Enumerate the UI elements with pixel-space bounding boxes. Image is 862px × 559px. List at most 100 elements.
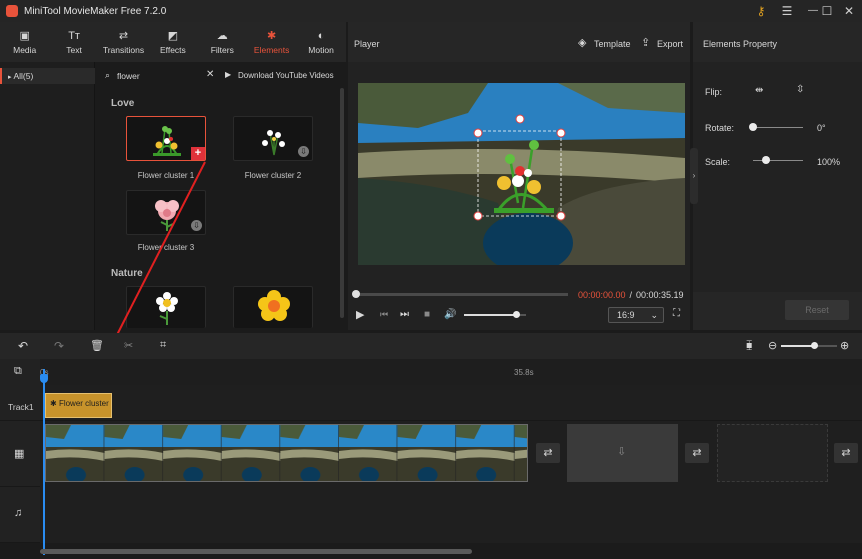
- tab-filters[interactable]: ☁ Filters: [198, 22, 247, 62]
- sidebar-item-all[interactable]: ▸ All(5): [0, 68, 95, 84]
- yellow-flower-icon: [258, 290, 290, 321]
- transition-icon: ⇄: [543, 447, 553, 459]
- collapse-panel-handle[interactable]: ›: [690, 148, 698, 204]
- playhead-handle[interactable]: [40, 374, 48, 383]
- tab-motion[interactable]: ◐ Motion: [296, 22, 345, 62]
- scale-knob[interactable]: [761, 156, 770, 164]
- filters-icon: ☁: [216, 29, 228, 42]
- tab-label: Filters: [210, 44, 234, 55]
- undo-icon[interactable]: ↶: [18, 339, 28, 353]
- next-frame-button[interactable]: ⏭: [400, 309, 409, 320]
- tab-label: Effects: [159, 44, 186, 55]
- track-label: Track1: [8, 402, 34, 412]
- aspect-ratio-select[interactable]: 16:9 ⌄: [608, 307, 664, 323]
- transition-slot-1[interactable]: ⇄: [536, 443, 560, 463]
- flip-vertical-icon[interactable]: ⇳: [796, 84, 804, 95]
- zoom-slider[interactable]: [781, 345, 837, 347]
- menu-icon[interactable]: ☰: [776, 2, 798, 20]
- tab-label: Motion: [308, 44, 334, 55]
- transitions-icon: ⇄: [118, 29, 129, 42]
- rotate-slider[interactable]: [753, 127, 803, 128]
- timeline-scrollbar[interactable]: [40, 549, 472, 554]
- track-header-video: ▦: [0, 421, 40, 487]
- tab-text[interactable]: Tт Text: [49, 22, 98, 62]
- search-bar: ⌕ flower ✕ ▶ Download YouTube Videos: [95, 68, 346, 84]
- scale-slider[interactable]: [753, 160, 803, 161]
- tab-elements[interactable]: ✱ Elements: [247, 22, 296, 62]
- tab-media[interactable]: ▣ Media: [0, 22, 49, 62]
- track-header-audio: ♫: [0, 487, 40, 543]
- add-track-icon[interactable]: ⧉: [14, 365, 22, 378]
- maximize-button[interactable]: ☐: [816, 2, 838, 20]
- category-heading: Love: [111, 98, 135, 109]
- tab-transitions[interactable]: ⇄ Transitions: [99, 22, 148, 62]
- flip-horizontal-icon[interactable]: ⇹: [755, 85, 763, 96]
- tab-effects[interactable]: ◩ Effects: [148, 22, 197, 62]
- scale-label: Scale:: [705, 157, 731, 167]
- element-thumb-nature-2[interactable]: [233, 286, 313, 328]
- main-toolbar: ▣ Media Tт Text ⇄ Transitions ◩ Effects …: [0, 22, 346, 62]
- stop-button[interactable]: ■: [424, 309, 430, 320]
- delete-icon[interactable]: 🗑: [90, 339, 104, 352]
- clear-search-icon[interactable]: ✕: [206, 69, 214, 80]
- prev-frame-button[interactable]: ⏮: [380, 309, 388, 320]
- add-icon[interactable]: +: [191, 147, 205, 160]
- search-input[interactable]: flower: [117, 71, 140, 81]
- rotate-label: Rotate:: [705, 123, 735, 133]
- player-header: Player ◈ Template ⇪ Export: [348, 22, 690, 62]
- audio-track: [40, 487, 862, 543]
- redo-icon[interactable]: ↷: [54, 339, 64, 353]
- video-preview[interactable]: [358, 83, 685, 265]
- download-youtube-link[interactable]: Download YouTube Videos: [238, 71, 334, 80]
- volume-icon[interactable]: 🔊: [444, 309, 456, 320]
- zoom-knob[interactable]: [811, 342, 819, 349]
- tab-label: Media: [13, 44, 37, 55]
- template-button[interactable]: Template: [594, 39, 631, 49]
- video-clip[interactable]: [45, 424, 528, 482]
- split-icon[interactable]: ✂: [124, 339, 133, 352]
- element-thumb-flower-cluster-1[interactable]: +: [126, 116, 206, 161]
- rotate-value: 0°: [817, 123, 826, 133]
- reset-button[interactable]: Reset: [785, 300, 849, 320]
- crop-icon[interactable]: ⌗: [160, 339, 166, 352]
- export-button[interactable]: Export: [657, 39, 683, 49]
- motion-icon: ◐: [317, 29, 325, 42]
- template-icon: ◈: [578, 37, 587, 49]
- tab-label: Transitions: [102, 44, 145, 55]
- text-icon: Tт: [68, 29, 80, 42]
- transition-icon: ⇄: [692, 447, 702, 459]
- total-time: 00:00:35.19: [636, 290, 684, 300]
- close-button[interactable]: ✕: [838, 2, 860, 20]
- sidebar-item-label: All(5): [13, 71, 34, 81]
- element-thumb-flower-cluster-2[interactable]: ⇩: [233, 116, 313, 161]
- download-icon[interactable]: ⇩: [298, 146, 309, 157]
- track-header-1: Track1: [0, 385, 40, 421]
- zoom-in-icon[interactable]: ⊕: [840, 339, 849, 352]
- fit-timeline-icon[interactable]: ⧯: [746, 340, 752, 351]
- film-icon: ▣: [19, 29, 30, 42]
- youtube-icon: ▶: [225, 70, 232, 79]
- app-title: MiniTool MovieMaker Free 7.2.0: [24, 5, 167, 17]
- playhead[interactable]: [43, 369, 45, 555]
- transition-slot-3[interactable]: ⇄: [834, 443, 858, 463]
- elements-icon: ✱: [267, 29, 277, 42]
- playback-progress-knob[interactable]: [352, 290, 360, 298]
- transition-slot-2[interactable]: ⇄: [685, 443, 709, 463]
- player-title: Player: [354, 39, 380, 49]
- playback-progress-bar[interactable]: [356, 293, 568, 296]
- key-icon[interactable]: ⚷: [750, 2, 772, 20]
- video-filmstrip: [46, 425, 527, 481]
- import-icon: ⇩: [617, 446, 627, 458]
- rotate-knob[interactable]: [749, 123, 757, 131]
- fullscreen-icon[interactable]: ⛶: [673, 308, 680, 319]
- empty-clip-slot-2[interactable]: [717, 424, 828, 482]
- search-icon: ⌕: [105, 70, 111, 80]
- category-sidebar: [0, 62, 95, 330]
- play-button[interactable]: ▶: [356, 308, 364, 321]
- empty-clip-slot-1[interactable]: ⇩: [567, 424, 678, 482]
- element-track: [40, 385, 862, 421]
- element-clip[interactable]: ✱ Flower cluster 1: [45, 393, 112, 418]
- properties-title: Elements Property: [703, 39, 778, 49]
- library-scrollbar[interactable]: [340, 88, 344, 318]
- zoom-out-icon[interactable]: ⊖: [768, 339, 777, 352]
